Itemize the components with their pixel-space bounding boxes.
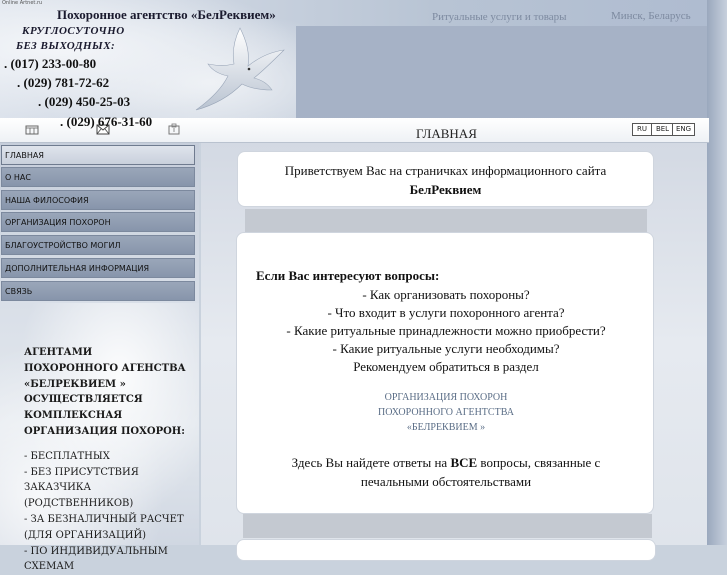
- services-tagline: Ритуальные услуги и товары: [432, 11, 567, 23]
- promo-list-line: - ЗА БЕЗНАЛИЧНЫЙ РАСЧЕТ: [24, 513, 184, 525]
- separator-band: [245, 209, 647, 233]
- language-ru-button[interactable]: RU: [632, 123, 652, 136]
- promo-title-line: ПОХОРОННОГО АГЕНСТВА: [24, 362, 186, 374]
- sitemap-icon[interactable]: [167, 123, 181, 135]
- right-edge-strip: [707, 0, 727, 545]
- agency-name: Похоронное агентство «БелРеквием»: [57, 7, 276, 22]
- dove-logo-icon: [195, 27, 285, 111]
- promo-title-line: ОРГАНИЗАЦИЯ ПОХОРОН:: [24, 425, 185, 437]
- home-icon[interactable]: [25, 123, 39, 135]
- header-panel: [296, 26, 707, 118]
- question-item: - Что входит в услуги похоронного агента…: [327, 305, 565, 320]
- phone-number: . (017) 233-00-80: [4, 56, 97, 71]
- question-item: - Как организовать похороны?: [362, 287, 530, 302]
- sidebar-item-grave-landscaping[interactable]: БЛАГОУСТРОЙСТВО МОГИЛ: [1, 235, 195, 255]
- recommend-text: Рекомендуем обратиться в раздел: [353, 359, 539, 374]
- answers-text-line2: печальными обстоятельствами: [360, 474, 532, 489]
- answers-text-emphasis: ВСЕ: [450, 455, 478, 470]
- sidebar-item-home[interactable]: ГЛАВНАЯ: [1, 145, 195, 165]
- site-name: БелРеквием: [409, 182, 482, 197]
- greeting-box: Приветствуем Вас на страничках информаци…: [237, 151, 654, 207]
- answers-text-end: вопросы, связанные с: [477, 455, 601, 470]
- promo-list-line: СХЕМАМ: [24, 561, 75, 573]
- phone-number: . (029) 781-72-62: [17, 75, 110, 90]
- language-eng-button[interactable]: ENG: [672, 123, 695, 136]
- city-label: Минск, Беларусь: [611, 10, 691, 22]
- question-item: - Какие ритуальные принадлежности можно …: [286, 323, 606, 338]
- promo-list-line: - БЕЗ ПРИСУТСТВИЯ: [24, 466, 139, 478]
- sidebar-item-contact[interactable]: СВЯЗЬ: [1, 281, 195, 301]
- sidebar-item-funeral-organization[interactable]: ОРГАНИЗАЦИЯ ПОХОРОН: [1, 212, 195, 232]
- counter-label: Online Artnet.ru: [2, 0, 43, 6]
- no-days-off-label: БЕЗ ВЫХОДНЫХ:: [16, 40, 116, 52]
- answers-text-start: Здесь Вы найдете ответы на: [291, 455, 451, 470]
- next-content-box: [236, 539, 656, 561]
- promo-list-line: - ПО ИНДИВИДУАЛЬНЫМ: [24, 545, 168, 557]
- around-the-clock-label: КРУГЛОСУТОЧНО: [22, 25, 125, 37]
- page-title: ГЛАВНАЯ: [416, 126, 477, 141]
- promo-list-line: ЗАКАЗЧИКА (РОДСТВЕННИКОВ): [24, 482, 134, 510]
- answers-text: Здесь Вы найдете ответы на ВСЕ вопросы, …: [237, 455, 655, 471]
- promo-title-line: «БЕЛРЕКВИЕМ »: [24, 378, 126, 390]
- separator-band: [243, 514, 652, 538]
- questions-heading: Если Вас интересуют вопросы:: [256, 268, 440, 283]
- sidebar-item-philosophy[interactable]: НАША ФИЛОСОФИЯ: [1, 190, 195, 210]
- language-bel-button[interactable]: BEL: [651, 123, 674, 136]
- org-section-link[interactable]: ПОХОРОННОГО АГЕНТСТВА: [237, 407, 655, 418]
- promo-list-line: - БЕСПЛАТНЫХ: [24, 450, 110, 462]
- info-box: Если Вас интересуют вопросы: - Как орган…: [236, 232, 654, 514]
- promo-title-line: ОСУЩЕСТВЛЯЕТСЯ: [24, 394, 143, 406]
- phone-number: . (029) 676-31-60: [60, 114, 153, 129]
- sidebar-item-additional-info[interactable]: ДОПОЛНИТЕЛЬНАЯ ИНФОРМАЦИЯ: [1, 258, 195, 278]
- promo-list-line: (ДЛЯ ОРГАНИЗАЦИЙ): [24, 529, 147, 541]
- phone-number: . (029) 450-25-03: [38, 94, 131, 109]
- greeting-text: Приветствуем Вас на страничках информаци…: [284, 163, 607, 178]
- promo-text: АГЕНТАМИ ПОХОРОННОГО АГЕНСТВА «БЕЛРЕКВИЕ…: [24, 345, 200, 575]
- org-section-link[interactable]: «БЕЛРЕКВИЕМ »: [237, 422, 655, 433]
- question-item: - Какие ритуальные услуги необходимы?: [332, 341, 560, 356]
- site-header: Online Artnet.ru Похоронное агентство «Б…: [0, 0, 727, 118]
- org-section-link[interactable]: ОРГАНИЗАЦИЯ ПОХОРОН: [237, 392, 655, 403]
- sidebar-item-about[interactable]: О НАС: [1, 167, 195, 187]
- promo-title-line: КОМПЛЕКСНАЯ: [24, 410, 123, 422]
- promo-title-line: АГЕНТАМИ: [24, 347, 93, 358]
